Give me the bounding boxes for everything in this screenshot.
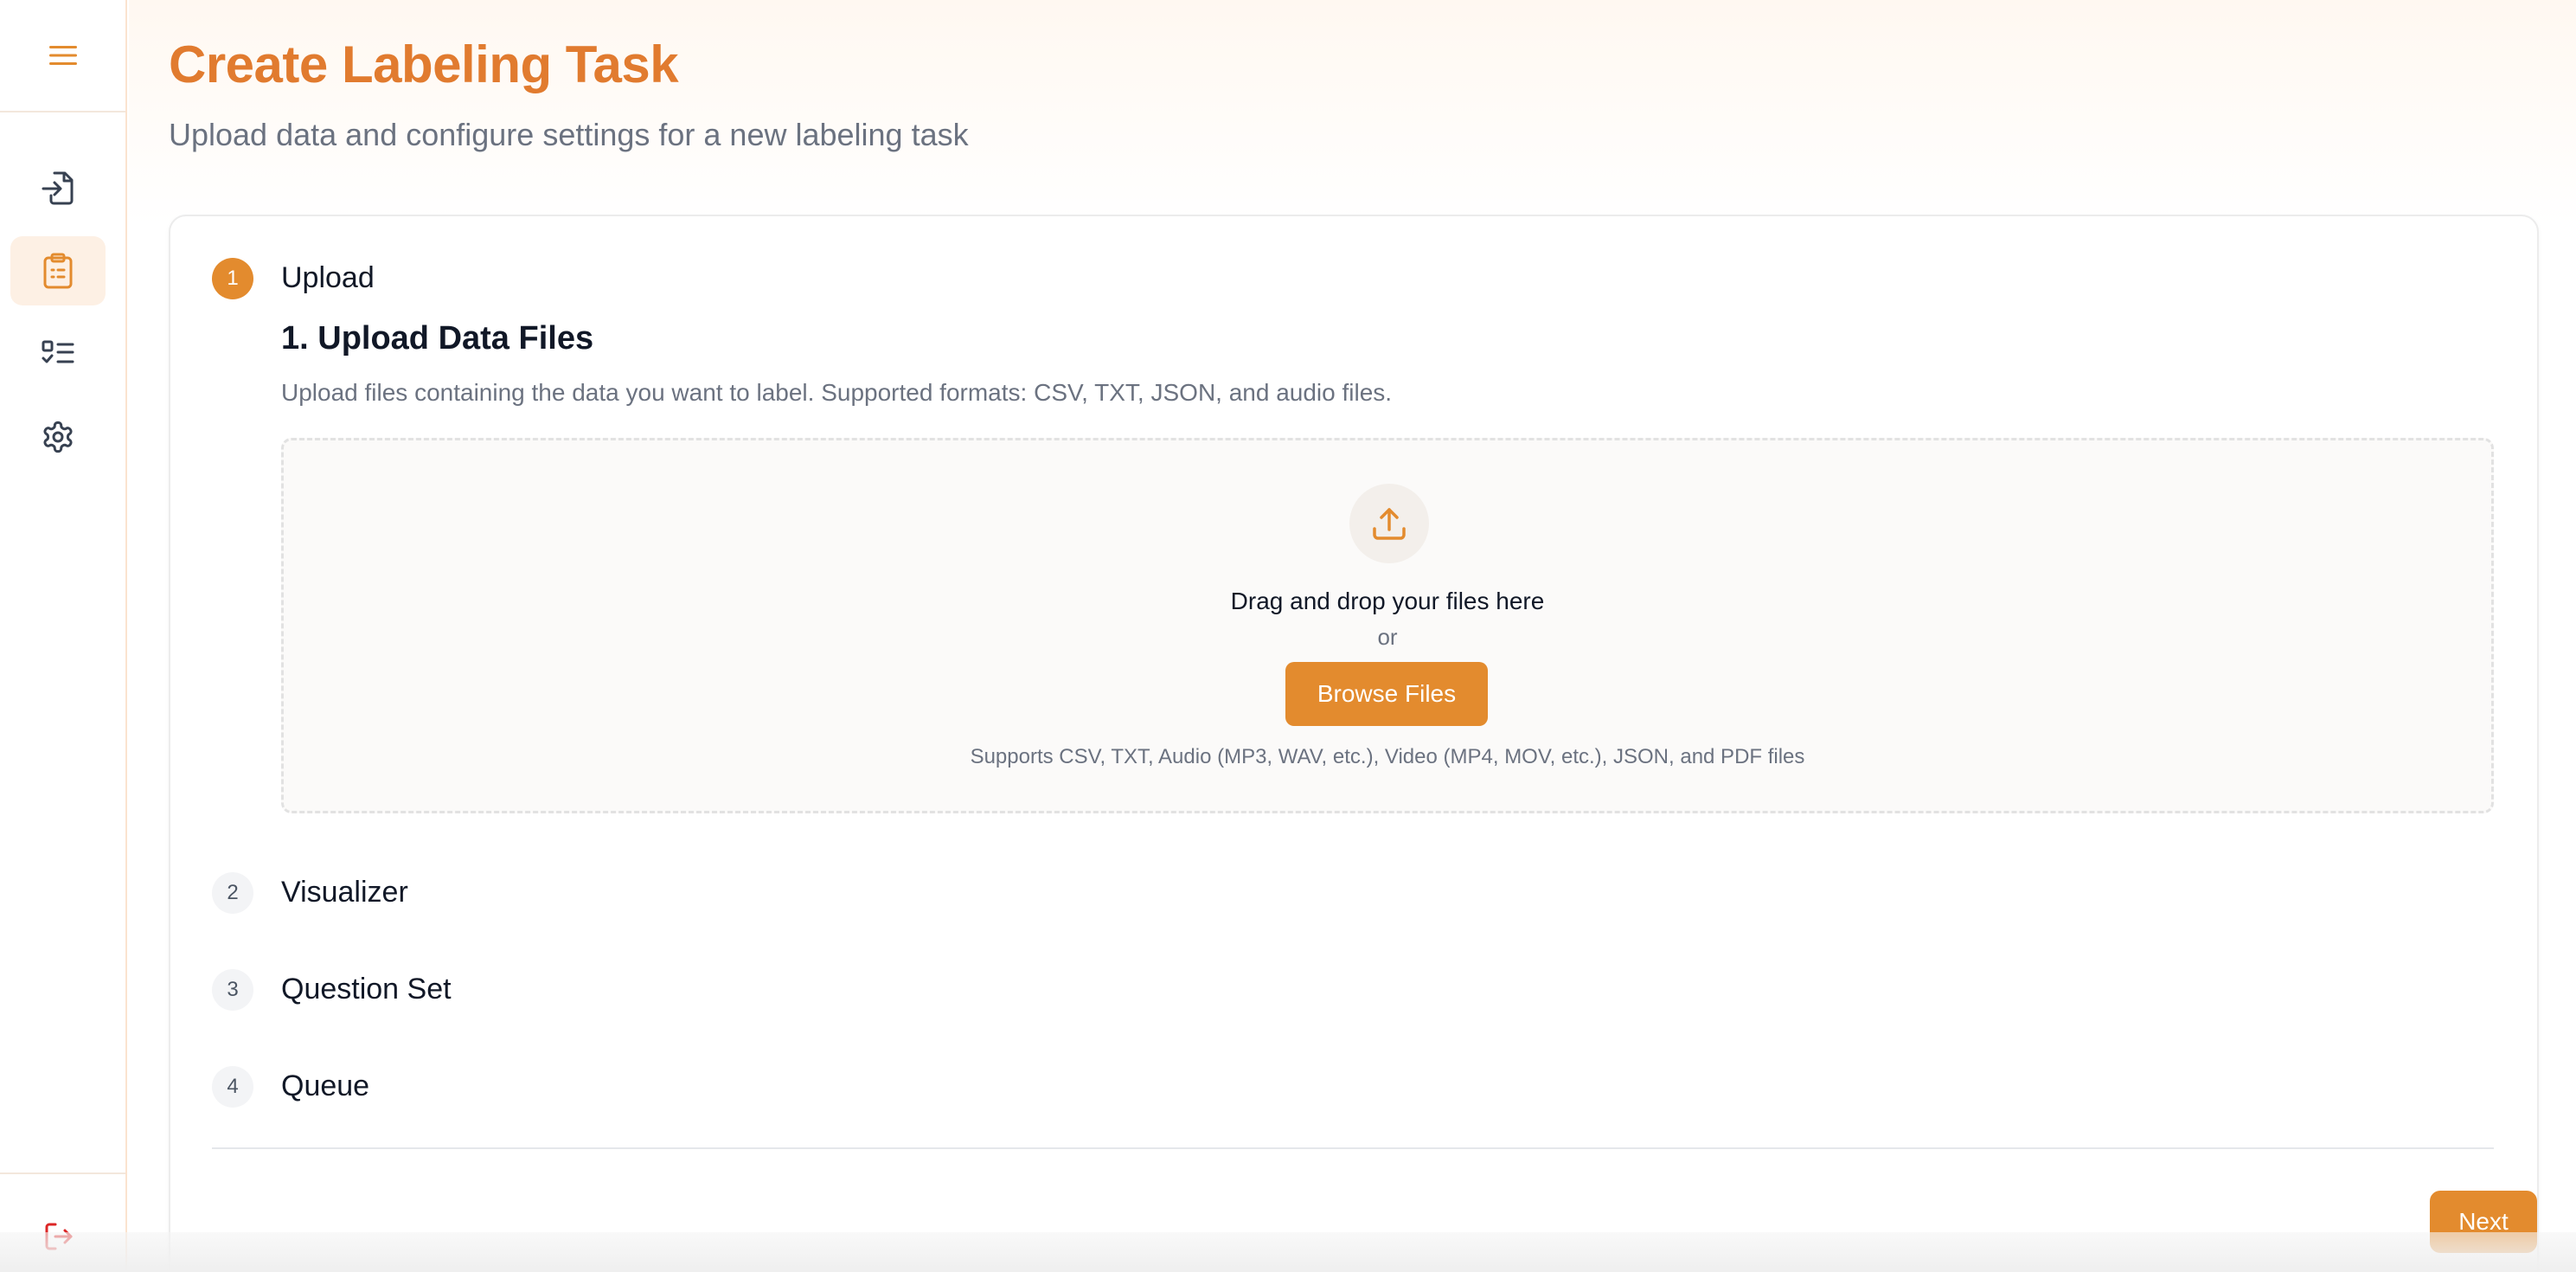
upload-section-description: Upload files containing the data you wan… (281, 379, 1393, 406)
sidebar-item-settings[interactable] (10, 402, 106, 472)
file-dropzone[interactable]: Drag and drop your files here or Browse … (281, 438, 2494, 813)
sidebar (0, 0, 127, 1272)
step-1-label[interactable]: Upload (281, 261, 375, 295)
bottom-fade-overlay (0, 1232, 2576, 1272)
clipboard-icon (43, 253, 73, 289)
step-2-label[interactable]: Visualizer (281, 876, 408, 909)
step-1-number[interactable]: 1 (212, 258, 253, 299)
settings-icon (43, 421, 73, 453)
menu-button[interactable] (0, 0, 125, 112)
main-content: Create Labeling Task Upload data and con… (129, 0, 2576, 1272)
sidebar-item-tasks[interactable] (10, 236, 106, 305)
card-divider (212, 1147, 2494, 1149)
menu-icon (48, 46, 77, 65)
import-icon (42, 171, 74, 205)
page-subtitle: Upload data and configure settings for a… (169, 117, 969, 152)
task-list-icon (42, 340, 74, 363)
sidebar-item-list[interactable] (10, 319, 106, 389)
step-2-number[interactable]: 2 (212, 872, 253, 914)
sidebar-item-import[interactable] (10, 153, 106, 222)
supported-formats-note: Supports CSV, TXT, Audio (MP3, WAV, etc.… (970, 745, 1805, 768)
step-3-label[interactable]: Question Set (281, 973, 452, 1006)
step-4-label[interactable]: Queue (281, 1070, 369, 1103)
upload-section-title: 1. Upload Data Files (281, 320, 594, 357)
upload-icon (1373, 508, 1406, 540)
browse-files-button[interactable]: Browse Files (1285, 662, 1488, 726)
step-4-number[interactable]: 4 (212, 1066, 253, 1108)
upload-icon-circle (1349, 484, 1429, 563)
app: Create Labeling Task Upload data and con… (0, 0, 2576, 1272)
step-3-number[interactable]: 3 (212, 969, 253, 1011)
stepper-card: 1 Upload 1. Upload Data Files Upload fil… (169, 215, 2539, 1272)
drop-instruction: Drag and drop your files here (1230, 588, 1545, 614)
page-title: Create Labeling Task (169, 35, 679, 93)
or-separator: or (1377, 624, 1398, 650)
